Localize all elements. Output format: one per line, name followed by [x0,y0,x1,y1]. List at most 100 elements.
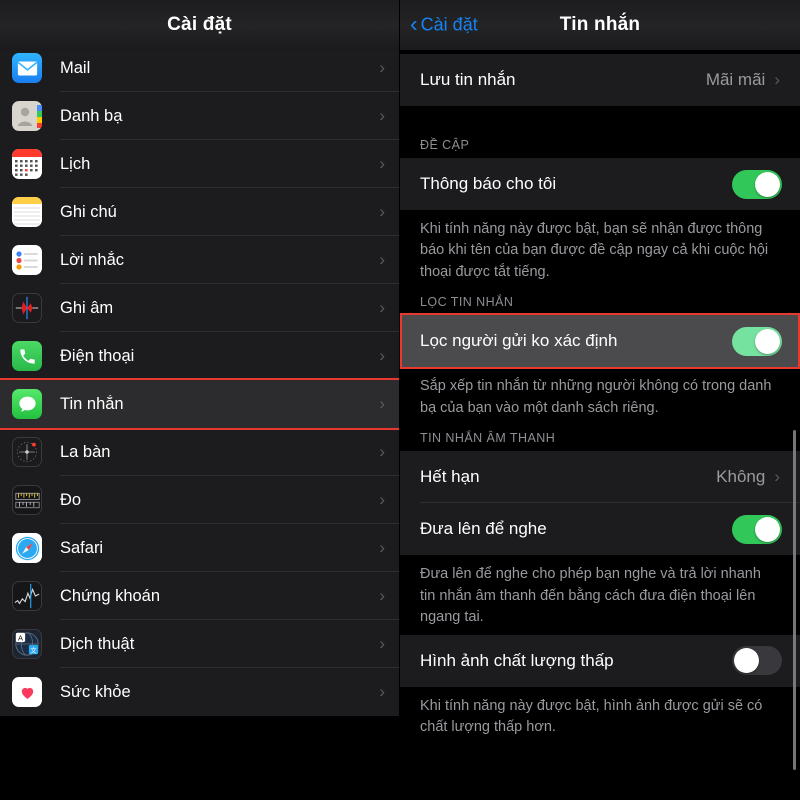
sidebar-item-label: Điện thoại [60,346,135,365]
sidebar-item-label: Mail [60,58,91,77]
sidebar-item-label: Ghi chú [60,202,117,221]
sidebar-item-label: Đo [60,490,82,509]
settings-row[interactable]: Đưa lên để nghe [400,503,800,556]
sidebar-item-label: Safari [60,538,104,557]
svg-text:A: A [18,633,23,642]
voice-memos-icon [12,293,42,323]
toggle-knob [755,516,780,542]
settings-row-control [732,646,782,676]
toggle-switch[interactable] [732,514,782,544]
sidebar-item-label: La bàn [60,442,111,461]
back-button[interactable]: ‹ Cài đặt [410,10,478,37]
section-spacer [400,106,800,132]
svg-text:文: 文 [30,645,37,654]
toggle-knob [755,171,780,197]
chevron-right-icon: › [379,634,385,653]
left-navbar-title: Cài đặt [167,14,232,35]
chevron-right-icon: › [379,682,385,701]
iphone-settings-screenshot: Cài đặt Mail › Danh bạ › Lịch › Ghi chú › Lời nh… [0,0,800,800]
settings-row[interactable]: Lọc người gửi ko xác định [400,315,800,368]
settings-row-control: Không › [716,467,782,487]
sidebar-item-1[interactable]: Danh bạ › [0,92,399,140]
sidebar-item-label: Danh bạ [60,106,123,125]
sidebar-item-0[interactable]: Mail › [0,44,399,92]
section-footer: Khi tính năng này được bật, bạn sẽ nhận … [400,210,800,290]
chevron-right-icon: › [379,394,385,413]
section-footer: Sắp xếp tin nhắn từ những người không có… [400,367,800,426]
chevron-right-icon: › [774,70,780,89]
settings-row-value: Không [716,467,766,487]
sidebar-item-9[interactable]: Đo › [0,476,399,524]
chevron-right-icon: › [379,106,385,125]
toggle-switch[interactable] [732,169,782,199]
sidebar-item-6[interactable]: Điện thoại › [0,332,399,380]
chevron-right-icon: › [379,298,385,317]
messages-settings-content: LỊCH SỬ TIN NHẮNLưu tin nhắnMãi mãi›ĐỀ C… [400,28,800,745]
sidebar-item-12[interactable]: A 文 Dịch thuật › [0,620,399,668]
settings-row-label: Hết hạn [420,467,480,487]
contacts-icon [12,101,42,131]
chevron-right-icon: › [379,442,385,461]
sidebar-item-label: Tin nhắn [60,394,124,413]
settings-row-control: Mãi mãi › [706,70,782,90]
settings-list-panel: Cài đặt Mail › Danh bạ › Lịch › Ghi chú › Lời nh… [0,0,400,800]
sidebar-item-label: Sức khỏe [60,682,131,701]
section-header: ĐỀ CẬP [400,132,800,158]
settings-list-scroll[interactable]: Mail › Danh bạ › Lịch › Ghi chú › Lời nhắc › Ghi â… [0,44,399,800]
sidebar-item-5[interactable]: Ghi âm › [0,284,399,332]
settings-row-control [732,169,782,199]
sidebar-item-7[interactable]: Tin nhắn › [0,380,399,428]
reminders-icon [12,245,42,275]
sidebar-item-label: Chứng khoán [60,586,161,605]
chevron-right-icon: › [379,202,385,221]
sidebar-item-label: Ghi âm [60,298,114,317]
messages-settings-scroll[interactable]: LỊCH SỬ TIN NHẮNLưu tin nhắnMãi mãi›ĐỀ C… [400,28,800,800]
section-header: LỌC TIN NHẮN [400,289,800,316]
toggle-switch[interactable] [732,326,782,356]
translate-icon: A文 [12,629,42,659]
messages-settings-panel: ‹ Cài đặt Tin nhắn LỊCH SỬ TIN NHẮNLưu t… [400,0,800,800]
settings-row-label: Lưu tin nhắn [420,70,516,89]
calendar-icon [12,149,42,179]
sidebar-item-13[interactable]: Sức khỏe › [0,668,399,716]
safari-icon [12,533,42,563]
settings-row-control [732,326,782,356]
section-footer: Đưa lên để nghe cho phép bạn nghe và trả… [400,555,800,635]
sidebar-item-11[interactable]: Chứng khoán › [0,572,399,620]
mail-icon [12,53,42,83]
sidebar-item-label: Lịch [60,154,91,173]
settings-row-label: Đưa lên để nghe [420,519,547,539]
back-button-label: Cài đặt [420,14,478,35]
settings-row[interactable]: Thông báo cho tôi [400,158,800,210]
chevron-right-icon: › [379,490,385,509]
chevron-right-icon: › [379,538,385,557]
sidebar-item-label: Dịch thuật [60,634,135,653]
compass-icon [12,437,42,467]
sidebar-item-10[interactable]: Safari › [0,524,399,572]
section-header: TIN NHẮN ÂM THANH [400,425,800,452]
settings-list: Mail › Danh bạ › Lịch › Ghi chú › Lời nhắc › Ghi â… [0,44,399,716]
sidebar-item-8[interactable]: La bàn › [0,428,399,476]
sidebar-item-2[interactable]: Lịch › [0,140,399,188]
chevron-left-icon: ‹ [410,10,418,37]
toggle-knob [755,328,780,354]
vertical-scrollbar[interactable] [793,430,796,770]
measure-icon [12,485,42,515]
stocks-icon [12,581,42,611]
settings-row[interactable]: Hết hạn Không › [400,451,800,504]
toggle-switch[interactable] [732,646,782,676]
section-footer: Khi tính năng này được bật, hình ảnh đượ… [400,686,800,745]
sidebar-item-4[interactable]: Lời nhắc › [0,236,399,284]
chevron-right-icon: › [379,346,385,365]
settings-row[interactable]: Hình ảnh chất lượng thấp [400,634,800,687]
right-navbar: ‹ Cài đặt Tin nhắn [400,0,800,50]
chevron-right-icon: › [379,586,385,605]
chevron-right-icon: › [379,154,385,173]
sidebar-item-label: Lời nhắc [60,250,125,269]
messages-icon [12,389,42,419]
settings-row[interactable]: Lưu tin nhắn Mãi mãi › [400,54,800,106]
settings-row-value: Mãi mãi [705,70,766,89]
sidebar-item-3[interactable]: Ghi chú › [0,188,399,236]
settings-row-label: Lọc người gửi ko xác định [420,331,618,351]
settings-row-control [732,514,782,544]
